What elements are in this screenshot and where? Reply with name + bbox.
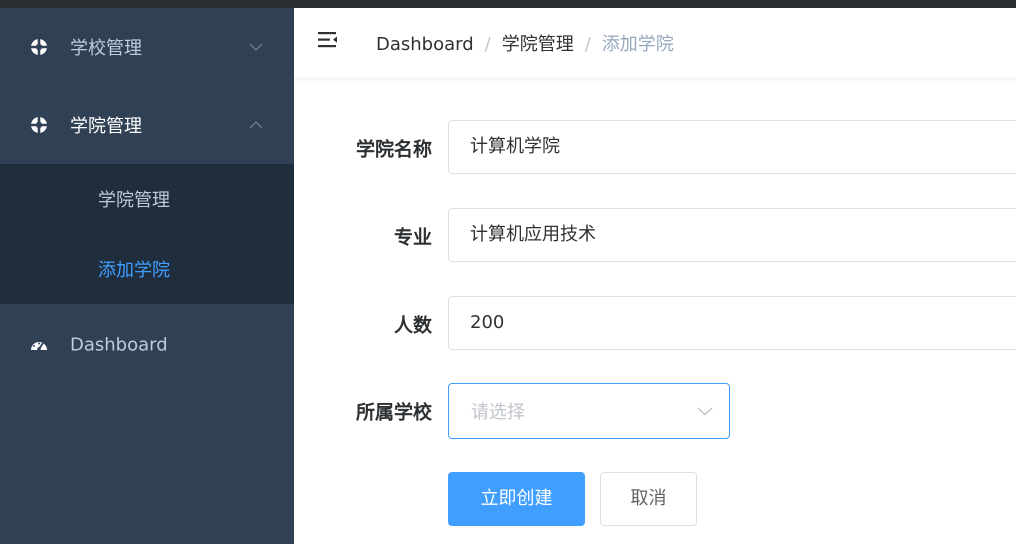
sidebar-item-label: 学院管理: [98, 190, 170, 211]
sidebar: 学校管理 学院管理 学院管理 添加学院 Dashboard: [0, 8, 294, 544]
school-select[interactable]: 请选择: [448, 383, 730, 439]
lifebuoy-icon: [31, 39, 47, 55]
sidebar-menu-label: 学校管理: [70, 38, 142, 59]
dashboard-gauge-icon: [31, 342, 47, 351]
form-row-count: 人数 200: [294, 296, 1016, 352]
sidebar-menu-dashboard[interactable]: Dashboard: [0, 306, 294, 384]
school-label: 所属学校: [355, 401, 432, 424]
breadcrumb-separator: /: [484, 34, 491, 55]
form-row-college-name: 学院名称 计算机学院: [294, 120, 1016, 176]
sidebar-item-college-management[interactable]: 学院管理: [0, 164, 294, 234]
form-row-school: 所属学校 请选择: [294, 383, 1016, 439]
breadcrumb-item-college-management[interactable]: 学院管理: [502, 34, 574, 55]
sidebar-menu-college-management[interactable]: 学院管理: [0, 86, 294, 164]
navbar: Dashboard / 学院管理 / 添加学院: [294, 8, 1016, 79]
chevron-down-icon: [249, 43, 263, 51]
college-name-label: 学院名称: [355, 138, 432, 161]
sidebar-menu-school-management[interactable]: 学校管理: [0, 8, 294, 86]
chevron-up-icon: [249, 121, 263, 129]
college-name-input[interactable]: 计算机学院: [448, 120, 1016, 174]
count-label: 人数: [393, 314, 432, 337]
breadcrumb-separator: /: [584, 34, 591, 55]
breadcrumb: Dashboard / 学院管理 / 添加学院: [376, 30, 674, 56]
window-top-bar: [0, 0, 1016, 8]
main-content: Dashboard / 学院管理 / 添加学院 学院名称 计算机学院 专业 计算机应用技…: [294, 8, 1016, 544]
chevron-down-icon: [697, 407, 713, 416]
sidebar-menu-label: 学院管理: [70, 116, 142, 137]
breadcrumb-item-add-college: 添加学院: [601, 34, 674, 55]
major-label: 专业: [393, 226, 432, 249]
school-select-placeholder: 请选择: [471, 402, 525, 423]
count-input[interactable]: 200: [448, 296, 1016, 350]
create-button[interactable]: 立即创建: [448, 472, 585, 526]
major-input[interactable]: 计算机应用技术: [448, 208, 1016, 262]
sidebar-menu-label: Dashboard: [70, 334, 168, 356]
sidebar-submenu: 学院管理 添加学院: [0, 164, 294, 304]
breadcrumb-item-dashboard[interactable]: Dashboard: [376, 34, 474, 55]
form-row-major: 专业 计算机应用技术: [294, 208, 1016, 264]
lifebuoy-icon: [31, 117, 47, 133]
cancel-button[interactable]: 取消: [600, 472, 697, 526]
sidebar-item-label: 添加学院: [98, 260, 170, 281]
sidebar-item-add-college[interactable]: 添加学院: [0, 234, 294, 304]
hamburger-fold-icon[interactable]: [316, 28, 340, 52]
